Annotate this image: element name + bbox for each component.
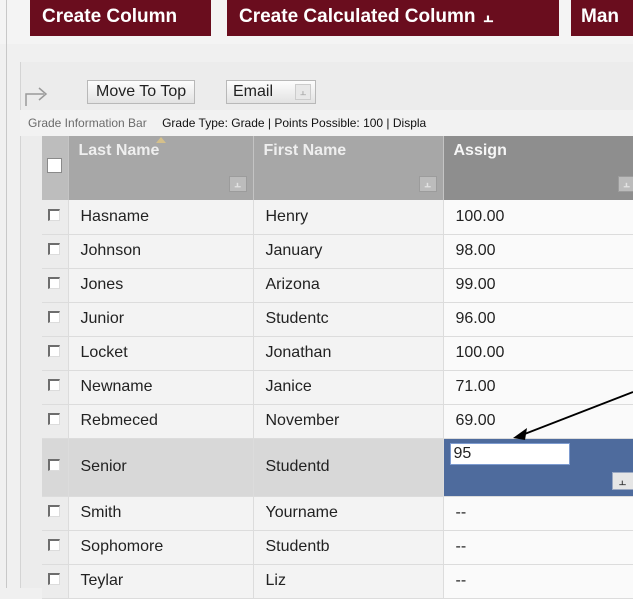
row-checkbox-cell — [42, 496, 68, 530]
first-name-cell: January — [253, 234, 443, 268]
last-name-cell: Hasname — [68, 200, 253, 234]
grade-cell[interactable]: 100.00 — [443, 200, 633, 234]
table-header-row: Last Name ⫠ First Name ⫠ Assign ⫠ — [42, 136, 633, 200]
table-row: Junior Studentc 96.00 — [42, 302, 633, 336]
first-name-cell: Studentc — [253, 302, 443, 336]
grade-cell[interactable]: 71.00 — [443, 370, 633, 404]
row-checkbox[interactable] — [48, 243, 60, 255]
row-checkbox[interactable] — [48, 209, 60, 221]
last-name-cell: Sophomore — [68, 530, 253, 564]
column-header-last-name[interactable]: Last Name ⫠ — [68, 136, 253, 200]
last-name-cell: Johnson — [68, 234, 253, 268]
left-border — [6, 0, 7, 588]
chevron-double-down-icon[interactable]: ⫠ — [612, 472, 633, 490]
grade-cell[interactable]: 69.00 — [443, 404, 633, 438]
row-checkbox-cell — [42, 370, 68, 404]
grade-input-field[interactable] — [450, 443, 570, 465]
grade-cell[interactable]: -- — [443, 530, 633, 564]
row-checkbox[interactable] — [48, 277, 60, 289]
select-all-checkbox[interactable] — [47, 158, 62, 173]
first-name-cell: Studentd — [253, 438, 443, 496]
last-name-cell: Junior — [68, 302, 253, 336]
create-column-button[interactable]: Create Column — [30, 0, 211, 36]
grade-cell[interactable]: -- — [443, 564, 633, 598]
info-bar-label: Grade Information Bar — [28, 116, 147, 130]
grade-cell[interactable]: -- — [443, 496, 633, 530]
first-name-cell: Jonathan — [253, 336, 443, 370]
row-checkbox-cell — [42, 336, 68, 370]
move-to-top-button[interactable]: Move To Top — [87, 80, 195, 104]
first-name-cell: Liz — [253, 564, 443, 598]
row-checkbox-cell — [42, 302, 68, 336]
first-name-cell: Arizona — [253, 268, 443, 302]
selected-table-row: Senior Studentd ⫠ — [42, 438, 633, 496]
table-row: Rebmeced November 69.00 — [42, 404, 633, 438]
row-checkbox-cell — [42, 530, 68, 564]
table-row: Sophomore Studentb -- — [42, 530, 633, 564]
last-name-cell: Jones — [68, 268, 253, 302]
email-button[interactable]: Email ⫠ — [226, 80, 316, 104]
email-label: Email — [233, 83, 273, 100]
grade-cell[interactable]: 96.00 — [443, 302, 633, 336]
row-checkbox[interactable] — [48, 345, 60, 357]
table-row: Newname Janice 71.00 — [42, 370, 633, 404]
row-checkbox[interactable] — [48, 539, 60, 551]
table-row: Locket Jonathan 100.00 — [42, 336, 633, 370]
create-calculated-column-button[interactable]: Create Calculated Column ⫠ — [227, 0, 559, 36]
row-checkbox-cell — [42, 268, 68, 302]
first-name-cell: November — [253, 404, 443, 438]
first-name-header-label: First Name — [264, 142, 347, 159]
grade-edit-cell: ⫠ — [443, 438, 633, 496]
first-name-cell: Yourname — [253, 496, 443, 530]
chevron-double-down-icon[interactable]: ⫠ — [419, 176, 437, 192]
row-checkbox[interactable] — [48, 505, 60, 517]
create-column-label: Create Column — [42, 6, 177, 27]
manage-label: Man — [581, 6, 619, 27]
grade-information-bar: Grade Information Bar Grade Type: Grade … — [20, 110, 633, 136]
table-row: Hasname Henry 100.00 — [42, 200, 633, 234]
last-name-cell: Senior — [68, 438, 253, 496]
row-checkbox-cell — [42, 404, 68, 438]
sort-indicator-icon — [156, 137, 166, 143]
row-checkbox[interactable] — [48, 379, 60, 391]
column-header-assign[interactable]: Assign ⫠ — [443, 136, 633, 200]
create-calculated-label: Create Calculated Column — [239, 6, 476, 27]
row-checkbox[interactable] — [48, 459, 60, 471]
chevron-double-down-icon: ⫠ — [484, 1, 494, 35]
first-name-cell: Henry — [253, 200, 443, 234]
last-name-header-label: Last Name — [79, 142, 160, 159]
select-all-header — [42, 136, 68, 200]
chevron-double-down-icon[interactable]: ⫠ — [618, 176, 633, 192]
table-row: Teylar Liz -- — [42, 564, 633, 598]
last-name-cell: Smith — [68, 496, 253, 530]
first-name-cell: Janice — [253, 370, 443, 404]
chevron-double-down-icon[interactable]: ⫠ — [229, 176, 247, 192]
row-checkbox[interactable] — [48, 573, 60, 585]
manage-button[interactable]: Man — [571, 0, 633, 36]
info-bar-value: Grade Type: Grade | Points Possible: 100… — [162, 116, 426, 130]
table-row: Jones Arizona 99.00 — [42, 268, 633, 302]
assign-header-label: Assign — [454, 142, 507, 159]
curved-arrow-icon — [22, 82, 52, 108]
row-checkbox-cell — [42, 200, 68, 234]
row-checkbox-cell — [42, 234, 68, 268]
grade-cell[interactable]: 98.00 — [443, 234, 633, 268]
chevron-double-down-icon[interactable]: ⫠ — [295, 84, 311, 100]
last-name-cell: Locket — [68, 336, 253, 370]
row-checkbox-cell — [42, 438, 68, 496]
table-row: Smith Yourname -- — [42, 496, 633, 530]
table-row: Johnson January 98.00 — [42, 234, 633, 268]
grade-cell[interactable]: 100.00 — [443, 336, 633, 370]
grade-cell[interactable]: 99.00 — [443, 268, 633, 302]
row-checkbox[interactable] — [48, 311, 60, 323]
first-name-cell: Studentb — [253, 530, 443, 564]
grade-table: Last Name ⫠ First Name ⫠ Assign ⫠ Hasnam… — [42, 136, 633, 599]
last-name-cell: Teylar — [68, 564, 253, 598]
last-name-cell: Rebmeced — [68, 404, 253, 438]
last-name-cell: Newname — [68, 370, 253, 404]
row-checkbox[interactable] — [48, 413, 60, 425]
column-header-first-name[interactable]: First Name ⫠ — [253, 136, 443, 200]
row-checkbox-cell — [42, 564, 68, 598]
